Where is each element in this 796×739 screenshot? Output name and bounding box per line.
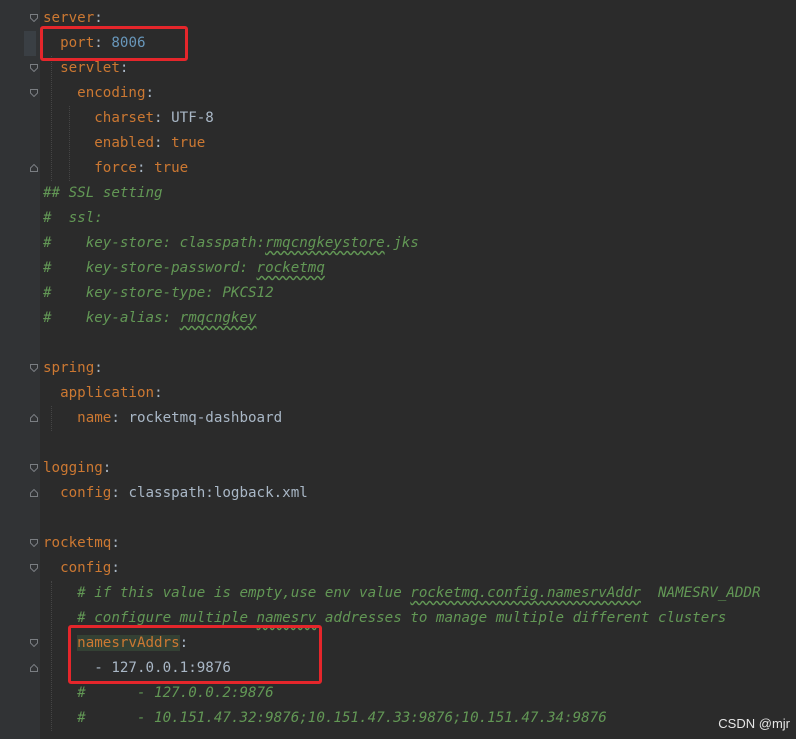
code-line[interactable]: # - 10.151.47.32:9876;10.151.47.33:9876;… [43, 706, 607, 731]
yaml-separator: : [111, 410, 129, 426]
yaml-value: rocketmq-dashboard [128, 410, 283, 426]
code-line[interactable]: ## SSL setting [43, 181, 163, 206]
yaml-key: enabled [94, 135, 155, 151]
yaml-separator: : [145, 85, 155, 101]
yaml-key: logging [43, 460, 103, 476]
comment: # - 10.151.47.32:9876;10.151.47.33:9876;… [77, 710, 607, 726]
yaml-separator: : [154, 385, 163, 401]
code-line[interactable]: encoding: [43, 81, 154, 106]
annotation-box-namesrv [68, 625, 322, 684]
code-line[interactable]: rocketmq: [43, 531, 120, 556]
code-line[interactable]: logging: [43, 456, 111, 481]
comment: # key-store: classpath: [43, 235, 266, 251]
yaml-key: config [60, 485, 112, 501]
code-line[interactable]: # - 127.0.0.2:9876 [43, 681, 274, 706]
code-line[interactable]: config: [43, 556, 120, 581]
watermark: CSDN @mjr [718, 716, 790, 731]
comment-tail: NAMESRV_ADDR [640, 585, 761, 601]
yaml-separator: : [111, 560, 120, 576]
comment-underlined: rmqcngkeystore [265, 235, 385, 251]
yaml-separator: : [119, 60, 129, 76]
comment: # ssl: [43, 210, 103, 226]
code-line[interactable]: # key-store-password: rocketmq [43, 256, 325, 281]
comment-underlined: namesrv [256, 610, 317, 626]
yaml-separator: : [94, 10, 103, 26]
annotation-box-port [40, 26, 188, 61]
code-line[interactable]: application: [43, 381, 163, 406]
comment-tail: .jks [384, 235, 419, 251]
yaml-boolean: true [171, 135, 206, 151]
code-line[interactable]: enabled: true [43, 131, 205, 156]
code-line[interactable]: charset: UTF-8 [43, 106, 214, 131]
yaml-separator: : [94, 360, 103, 376]
yaml-key: force [94, 160, 137, 176]
code-line[interactable]: config: classpath:logback.xml [43, 481, 308, 506]
yaml-separator: : [136, 160, 155, 176]
comment: # key-store-password: [43, 260, 257, 276]
yaml-key: name [77, 410, 112, 426]
yaml-key: server [43, 10, 95, 26]
comment-underlined: rmqcngkey [179, 310, 257, 326]
code-line[interactable]: spring: [43, 356, 103, 381]
code-line[interactable]: name: rocketmq-dashboard [43, 406, 282, 431]
code-line[interactable]: # key-store-type: PKCS12 [43, 281, 274, 306]
comment: # key-store-type: PKCS12 [43, 285, 274, 301]
code-line[interactable]: # key-store: classpath:rmqcngkeystore.jk… [43, 231, 419, 256]
comment-underlined: rocketmq [256, 260, 325, 276]
code-line[interactable]: force: true [43, 156, 188, 181]
yaml-key: config [60, 560, 112, 576]
comment: ## SSL setting [43, 185, 163, 201]
yaml-value: classpath:logback.xml [128, 485, 308, 501]
comment-underlined: rocketmq.config.namesrvAddr [410, 585, 641, 601]
code-line[interactable]: # if this value is empty,use env value r… [43, 581, 761, 606]
comment: # if this value is empty,use env value [77, 585, 411, 601]
yaml-key: servlet [60, 60, 120, 76]
yaml-separator: : [154, 110, 172, 126]
yaml-key: rocketmq [43, 535, 112, 551]
yaml-key: spring [43, 360, 95, 376]
comment: # key-alias: [43, 310, 180, 326]
yaml-separator: : [111, 485, 129, 501]
yaml-separator: : [102, 460, 112, 476]
code-line[interactable]: # key-alias: rmqcngkey [43, 306, 257, 331]
code-line[interactable]: # ssl: [43, 206, 103, 231]
yaml-key: charset [94, 110, 155, 126]
yaml-separator: : [111, 535, 120, 551]
comment: # - 127.0.0.2:9876 [77, 685, 274, 701]
comment: # configure multiple [77, 610, 257, 626]
comment-tail: addresses to manage multiple different c… [316, 610, 727, 626]
yaml-separator: : [154, 135, 172, 151]
yaml-key: encoding [77, 85, 146, 101]
yaml-boolean: true [154, 160, 189, 176]
yaml-value: UTF-8 [171, 110, 214, 126]
yaml-key: application [60, 385, 155, 401]
